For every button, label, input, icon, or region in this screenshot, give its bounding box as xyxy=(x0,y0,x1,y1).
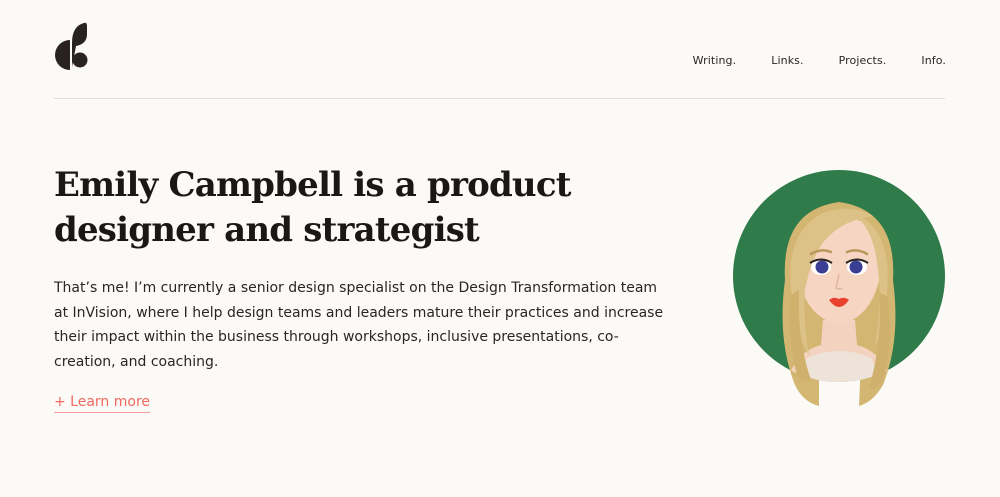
nav-writing[interactable]: Writing. xyxy=(693,54,737,67)
header-divider xyxy=(54,98,945,99)
page-title: Emily Campbell is a product designer and… xyxy=(54,165,571,250)
bio-paragraph: That’s me! I’m currently a senior design… xyxy=(54,280,664,370)
main-nav: Writing. Links. Projects. Info. xyxy=(693,54,946,67)
nav-links[interactable]: Links. xyxy=(771,54,803,67)
learn-more-link[interactable]: + Learn more xyxy=(54,394,151,413)
nav-info[interactable]: Info. xyxy=(921,54,946,67)
brand-logo-icon[interactable] xyxy=(53,22,89,70)
portrait-illustration xyxy=(733,170,945,406)
nav-projects[interactable]: Projects. xyxy=(839,54,887,67)
